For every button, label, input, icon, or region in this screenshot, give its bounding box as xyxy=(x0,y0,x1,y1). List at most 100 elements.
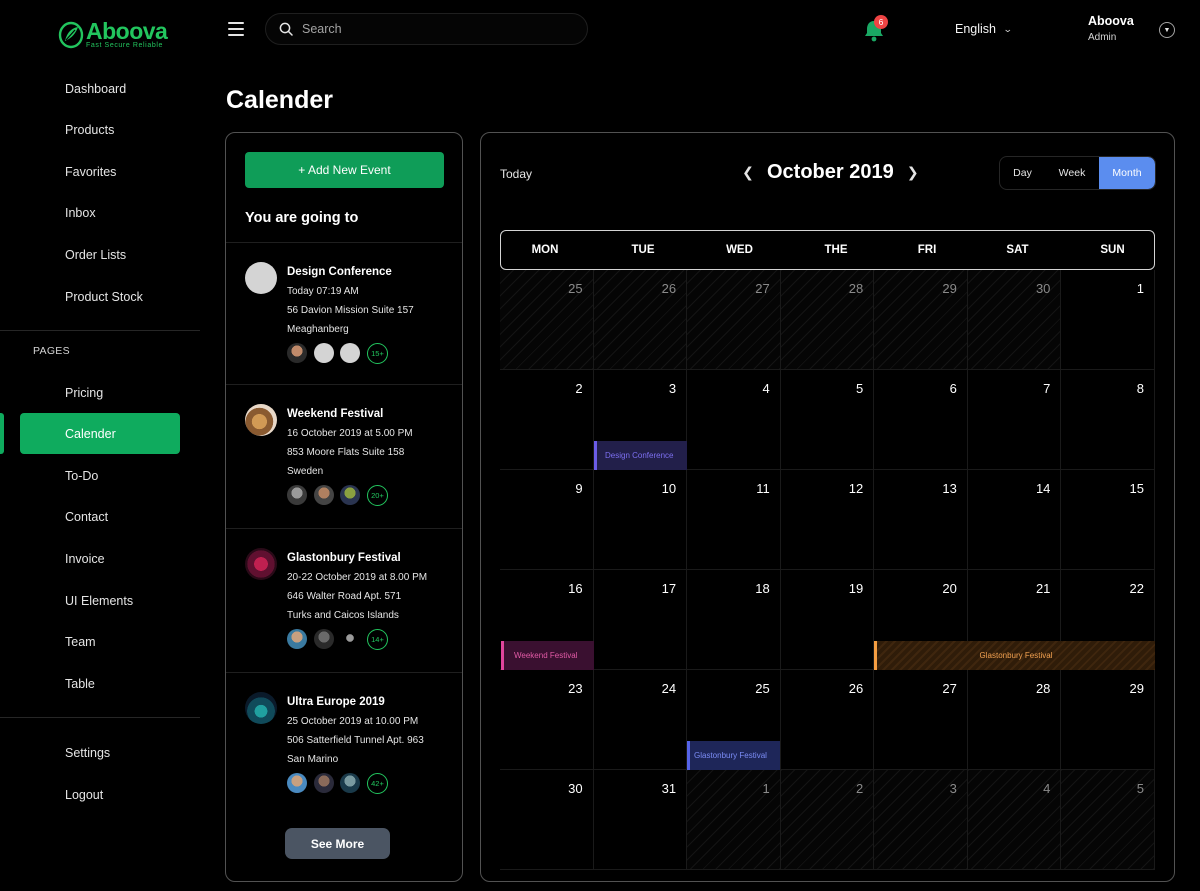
weekday-label: THE xyxy=(824,244,848,256)
calendar-day-cell[interactable]: 8 xyxy=(1061,370,1155,470)
event-card[interactable]: Weekend Festival 16 October 2019 at 5.00… xyxy=(226,404,462,544)
view-day-button[interactable]: Day xyxy=(1000,157,1045,189)
menu-toggle-icon[interactable] xyxy=(228,22,244,36)
calendar-day-cell[interactable]: 6 xyxy=(874,370,968,470)
day-number: 4 xyxy=(1043,781,1051,796)
brand-logo[interactable]: Aboova Fast Secure Reliable xyxy=(58,20,168,50)
calendar-day-cell[interactable]: 28 xyxy=(780,270,875,370)
calendar-day-cell[interactable]: 5 xyxy=(1061,770,1155,870)
calendar-day-cell[interactable]: 2 xyxy=(500,370,594,470)
calendar-day-cell[interactable]: 5 xyxy=(780,370,875,470)
sidebar-item-order-lists[interactable]: Order Lists xyxy=(20,234,180,275)
calendar-day-cell[interactable]: 27 xyxy=(687,270,781,370)
calendar-day-cell[interactable]: 26 xyxy=(780,670,875,770)
sidebar-item-invoice[interactable]: Invoice xyxy=(20,538,180,579)
chevron-right-icon[interactable]: ❯ xyxy=(906,164,920,181)
calendar-day-cell[interactable]: 24 xyxy=(593,670,688,770)
language-select[interactable]: English ⌄ xyxy=(955,22,1013,36)
attendee-avatar xyxy=(287,343,307,363)
calendar-day-cell[interactable]: 4 xyxy=(967,770,1062,870)
sidebar-item-team[interactable]: Team xyxy=(20,621,180,662)
sidebar-item-pricing[interactable]: Pricing xyxy=(20,372,180,413)
event-city: Sweden xyxy=(287,466,324,477)
calendar-day-cell[interactable]: 1 xyxy=(1061,270,1155,370)
calendar-day-cell[interactable]: 4 xyxy=(687,370,781,470)
event-title: Ultra Europe 2019 xyxy=(287,696,385,708)
attendee-more-badge: 15+ xyxy=(367,343,388,364)
day-number: 24 xyxy=(661,681,677,696)
calendar-day-cell[interactable]: 25 xyxy=(500,270,594,370)
day-number: 2 xyxy=(575,381,583,396)
sidebar-item-product-stock[interactable]: Product Stock xyxy=(20,276,180,317)
calendar-day-cell[interactable]: 10 xyxy=(593,470,688,570)
calendar-day-cell[interactable]: 7 xyxy=(967,370,1062,470)
calendar-day-cell[interactable]: 18 xyxy=(687,570,781,670)
calendar-day-cell[interactable]: 17 xyxy=(593,570,688,670)
calendar-day-cell[interactable]: 30 xyxy=(500,770,594,870)
calendar-event-glastonbury-festival[interactable]: Glastonbury Festival xyxy=(687,741,780,770)
event-city: Turks and Caicos Islands xyxy=(287,610,399,621)
add-new-event-button[interactable]: + Add New Event xyxy=(245,152,444,188)
calendar-event-weekend-festival[interactable]: Weekend Festival xyxy=(501,641,594,670)
calendar-event-glastonbury-festival[interactable]: Glastonbury Festival xyxy=(874,641,1155,670)
calendar-day-cell[interactable]: 12 xyxy=(780,470,875,570)
day-number: 14 xyxy=(1035,481,1051,496)
calendar-day-cell[interactable]: 3 xyxy=(874,770,968,870)
app-root: Aboova Fast Secure Reliable Dashboard Pr… xyxy=(0,0,1200,891)
today-button[interactable]: Today xyxy=(500,167,532,181)
calendar-event-design-conference[interactable]: Design Conference xyxy=(594,441,687,470)
search-bar xyxy=(265,13,588,45)
event-card[interactable]: Glastonbury Festival 20-22 October 2019 … xyxy=(226,548,462,688)
day-number: 5 xyxy=(856,381,864,396)
event-avatar xyxy=(245,692,277,724)
calendar-day-cell[interactable]: 23 xyxy=(500,670,594,770)
sidebar-item-logout[interactable]: Logout xyxy=(20,774,180,815)
user-menu-chevron-icon[interactable]: ▼ xyxy=(1159,22,1175,38)
see-more-button[interactable]: See More xyxy=(285,828,390,859)
chevron-down-icon: ⌄ xyxy=(1002,23,1013,34)
attendee-avatar xyxy=(340,343,360,363)
sidebar-item-ui-elements[interactable]: UI Elements xyxy=(20,580,180,621)
day-number: 8 xyxy=(1136,381,1144,396)
event-card[interactable]: Ultra Europe 2019 25 October 2019 at 10.… xyxy=(226,692,462,832)
event-avatar xyxy=(245,262,277,294)
chevron-left-icon[interactable]: ❮ xyxy=(741,164,755,181)
search-input[interactable] xyxy=(302,22,562,36)
view-month-button[interactable]: Month xyxy=(1099,157,1155,189)
calendar-day-cell[interactable]: 19 xyxy=(780,570,875,670)
calendar-day-cell[interactable]: 2 xyxy=(780,770,875,870)
calendar-day-cell[interactable]: 29 xyxy=(1061,670,1155,770)
calendar-day-cell[interactable]: 27 xyxy=(874,670,968,770)
month-navigation: ❮ October 2019 ❯ xyxy=(741,161,920,184)
sidebar-item-todo[interactable]: To-Do xyxy=(20,455,180,496)
day-number: 1 xyxy=(1136,281,1144,296)
calendar-day-cell[interactable]: 14 xyxy=(967,470,1062,570)
calendar-day-cell[interactable]: 29 xyxy=(874,270,968,370)
attendee-avatar xyxy=(314,485,334,505)
sidebar-item-table[interactable]: Table xyxy=(20,663,180,704)
sidebar-item-calender[interactable]: Calender xyxy=(20,413,180,454)
attendee-more-badge: 42+ xyxy=(367,773,388,794)
sidebar-item-products[interactable]: Products xyxy=(20,109,180,150)
user-profile[interactable]: Aboova Admin xyxy=(1088,14,1134,43)
calendar-day-cell[interactable]: 1 xyxy=(687,770,781,870)
view-week-button[interactable]: Week xyxy=(1045,157,1099,189)
calendar-day-cell[interactable]: 28 xyxy=(967,670,1062,770)
calendar-day-cell[interactable]: 9 xyxy=(500,470,594,570)
day-number: 16 xyxy=(568,581,583,596)
calendar-day-cell[interactable]: 15 xyxy=(1061,470,1155,570)
sidebar-item-favorites[interactable]: Favorites xyxy=(20,151,180,192)
sidebar-item-dashboard[interactable]: Dashboard xyxy=(20,68,180,109)
calendar-day-cell[interactable]: 30 xyxy=(967,270,1062,370)
sidebar-item-contact[interactable]: Contact xyxy=(20,496,180,537)
calendar-day-cell[interactable]: 11 xyxy=(687,470,781,570)
day-number: 18 xyxy=(755,581,770,596)
notification-button[interactable]: 6 xyxy=(862,15,888,43)
day-number: 29 xyxy=(942,281,957,296)
sidebar-item-inbox[interactable]: Inbox xyxy=(20,192,180,233)
sidebar-item-settings[interactable]: Settings xyxy=(20,732,180,773)
event-card[interactable]: Design Conference Today 07:19 AM 56 Davi… xyxy=(226,262,462,402)
calendar-day-cell[interactable]: 13 xyxy=(874,470,968,570)
calendar-day-cell[interactable]: 31 xyxy=(593,770,688,870)
calendar-day-cell[interactable]: 26 xyxy=(593,270,688,370)
